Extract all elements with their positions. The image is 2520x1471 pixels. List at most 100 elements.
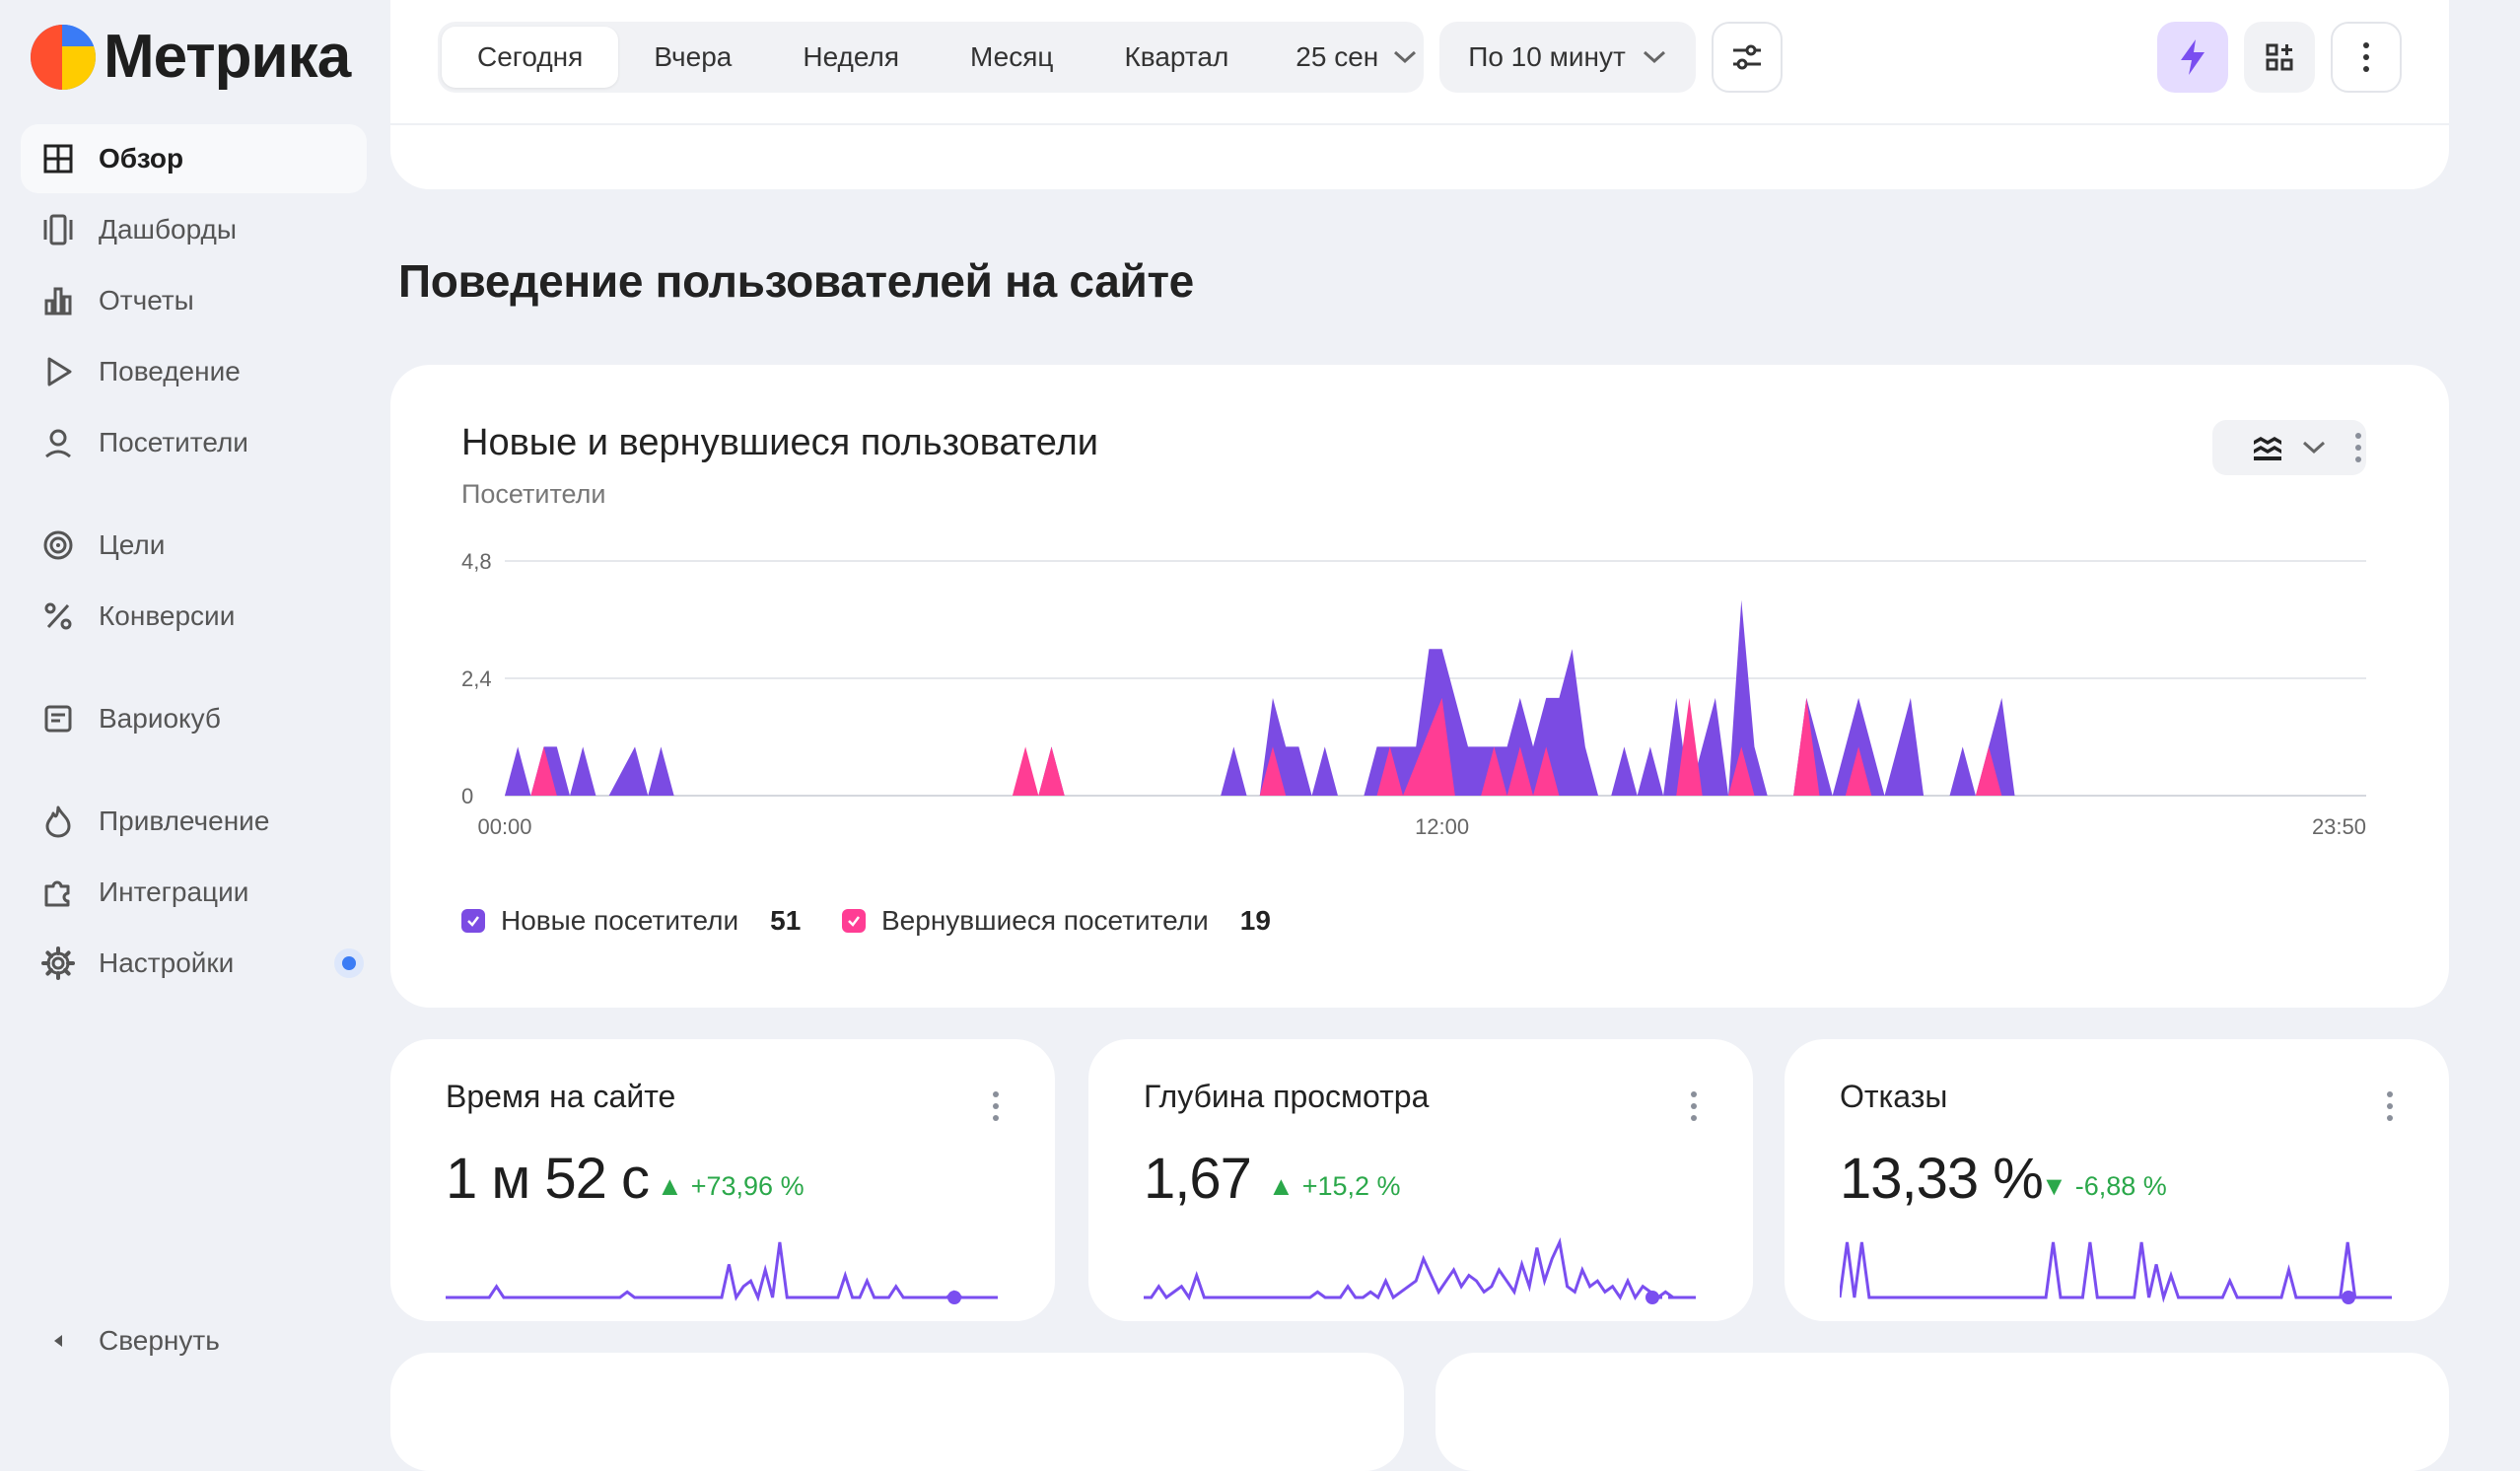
grid-icon xyxy=(43,144,73,174)
y-tick-label: 4,8 xyxy=(461,549,492,574)
grouping-select[interactable]: По 10 минут xyxy=(1439,22,1696,93)
sparkline-chart xyxy=(446,1241,998,1304)
metric-menu-button[interactable] xyxy=(2370,1079,2410,1134)
sidebar-item-overview[interactable]: Обзор xyxy=(21,124,367,193)
sidebar-item-label: Поведение xyxy=(99,356,241,386)
metric-value: 13,33 % xyxy=(1840,1147,2044,1211)
sparkline-current-point xyxy=(1645,1291,1659,1304)
flame-icon xyxy=(45,806,71,838)
report-card-partial xyxy=(1435,1353,2449,1471)
legend-label: Вернувшиеся посетители xyxy=(881,905,1209,936)
checkbox-icon[interactable] xyxy=(461,909,485,933)
metric-delta-value: +73,96 % xyxy=(690,1171,805,1201)
sidebar-collapse-button[interactable]: Свернуть xyxy=(21,1306,367,1375)
sidebar-item-label: Интеграции xyxy=(99,876,249,907)
sidebar-item-visitors[interactable]: Посетители xyxy=(21,408,367,477)
section-title: Поведение пользователей на сайте xyxy=(398,255,1194,307)
sidebar-item-label: Цели xyxy=(99,529,166,560)
app-logo[interactable]: Метрика xyxy=(31,22,351,92)
sidebar-item-label: Вариокуб xyxy=(99,703,221,734)
sidebar-item-label: Отчеты xyxy=(99,285,194,315)
period-yesterday[interactable]: Вчера xyxy=(618,27,767,88)
arrow-up-icon: ▲ xyxy=(657,1171,683,1201)
sidebar-item-dashboards[interactable]: Дашборды xyxy=(21,195,367,264)
gear-icon xyxy=(41,946,75,980)
kebab-icon xyxy=(2346,42,2386,72)
chart-title: Новые и вернувшиеся пользователи xyxy=(461,422,1099,463)
legend-item-returning[interactable]: Вернувшиеся посетители 19 xyxy=(842,905,1271,937)
lightning-button[interactable] xyxy=(2157,22,2228,93)
sidebar-item-variocube[interactable]: Вариокуб xyxy=(21,684,367,753)
sidebar-item-goals[interactable]: Цели xyxy=(21,511,367,580)
arrow-up-icon: ▲ xyxy=(1268,1171,1295,1201)
sparkline-chart xyxy=(1144,1236,1696,1304)
chart-areas xyxy=(505,599,2015,796)
sidebar-item-reports[interactable]: Отчеты xyxy=(21,266,367,335)
sparkline-current-point xyxy=(2342,1291,2355,1304)
period-week[interactable]: Неделя xyxy=(767,27,935,88)
metric-delta: ▲ +73,96 % xyxy=(657,1171,805,1202)
metric-card-page-depth: Глубина просмотра 1,67 ▲ +15,2 % xyxy=(1088,1039,1753,1321)
metric-title: Отказы xyxy=(1840,1079,1948,1114)
metric-title: Глубина просмотра xyxy=(1144,1079,1430,1114)
metric-menu-button[interactable] xyxy=(976,1079,1015,1134)
divider xyxy=(390,123,2449,125)
date-picker[interactable]: 25 сен xyxy=(1264,27,1441,88)
sidebar-item-settings[interactable]: Настройки xyxy=(21,929,367,998)
metric-value: 1 м 52 с xyxy=(446,1147,650,1211)
target-icon xyxy=(43,530,73,560)
legend-item-new[interactable]: Новые посетители 51 xyxy=(461,905,801,937)
dashboards-icon xyxy=(43,214,73,245)
chart-menu-button[interactable] xyxy=(2339,420,2378,475)
metric-delta: ▼ -6,88 % xyxy=(2041,1171,2167,1202)
metric-card-bounce-rate: Отказы 13,33 % ▼ -6,88 % xyxy=(1785,1039,2449,1321)
grouping-label: По 10 минут xyxy=(1468,41,1626,72)
sidebar-item-acquisition[interactable]: Привлечение xyxy=(21,787,367,856)
caret-left-icon xyxy=(54,1335,62,1347)
series-area-returning-visitors xyxy=(505,697,2015,796)
sidebar-item-conversions[interactable]: Конверсии xyxy=(21,582,367,651)
stacked-area-icon xyxy=(2254,437,2281,460)
metric-delta-value: -6,88 % xyxy=(2074,1171,2167,1201)
app-name: Метрика xyxy=(104,23,351,91)
chevron-down-icon xyxy=(1643,50,1665,64)
report-card-partial xyxy=(390,1353,1404,1471)
percent-icon xyxy=(44,602,72,630)
lightning-icon xyxy=(2181,39,2205,75)
date-label: 25 сен xyxy=(1295,41,1379,72)
sparkline-line xyxy=(446,1241,998,1302)
x-tick-label: 00:00 xyxy=(477,814,531,839)
x-tick-label: 23:50 xyxy=(2312,814,2366,839)
cube-table-icon xyxy=(44,705,72,733)
metric-value: 1,67 xyxy=(1144,1147,1252,1211)
chart-subtitle: Посетители xyxy=(461,479,606,509)
sidebar-item-behavior[interactable]: Поведение xyxy=(21,337,367,406)
sidebar-item-label: Привлечение xyxy=(99,806,270,836)
period-today[interactable]: Сегодня xyxy=(442,27,619,88)
legend-label: Новые посетители xyxy=(501,905,739,936)
period-month[interactable]: Месяц xyxy=(935,27,1088,88)
checkbox-icon[interactable] xyxy=(842,909,866,933)
legend-total: 19 xyxy=(1239,905,1271,936)
sidebar-item-integrations[interactable]: Интеграции xyxy=(21,858,367,927)
sliders-icon xyxy=(1733,44,1761,70)
legend-total: 51 xyxy=(770,905,802,936)
more-options-button[interactable] xyxy=(2331,22,2402,93)
filters-button[interactable] xyxy=(1712,22,1783,93)
period-selector: Сегодня Вчера Неделя Месяц Квартал 25 се… xyxy=(438,22,1424,93)
metrika-logo-icon xyxy=(31,24,96,90)
sidebar-item-label: Дашборды xyxy=(99,214,237,245)
notification-dot xyxy=(334,948,364,978)
y-tick-label: 0 xyxy=(461,784,473,808)
series-area-new-visitors xyxy=(505,599,2015,796)
sparkline-line xyxy=(1840,1241,2392,1303)
period-quarter[interactable]: Квартал xyxy=(1088,27,1264,88)
metric-menu-button[interactable] xyxy=(1674,1079,1714,1134)
sidebar-item-label: Обзор xyxy=(99,143,184,174)
sparkline-current-point xyxy=(947,1291,961,1304)
sidebar-item-label: Настройки xyxy=(99,947,235,978)
metric-title: Время на сайте xyxy=(446,1079,676,1114)
sparkline-chart xyxy=(1840,1241,2392,1304)
widgets-button[interactable] xyxy=(2244,22,2315,93)
chevron-down-icon xyxy=(2302,441,2326,455)
